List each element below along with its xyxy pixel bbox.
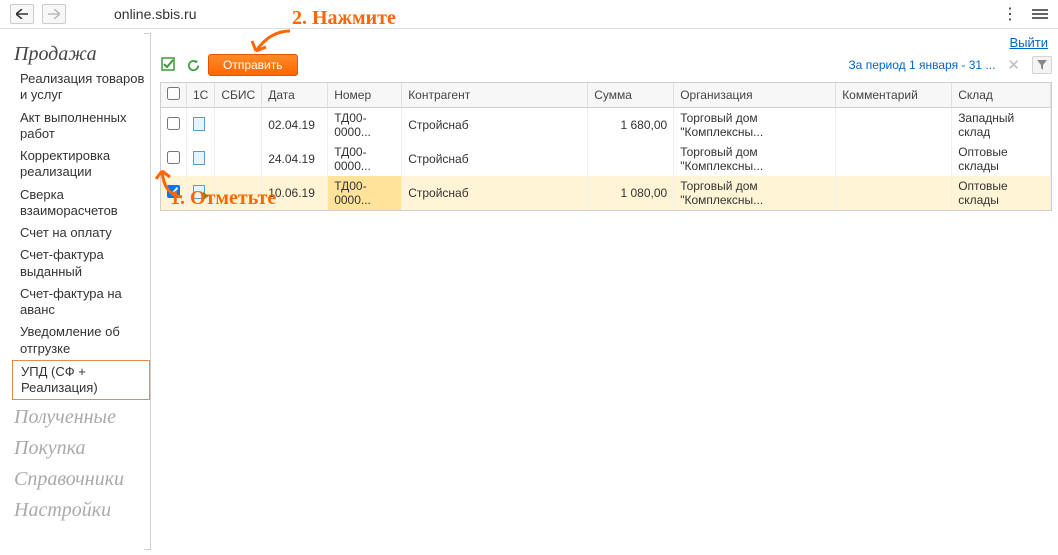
- cell-warehouse: Западный склад: [952, 108, 1051, 143]
- col-date[interactable]: Дата: [262, 83, 328, 108]
- table-row[interactable]: 02.04.19ТД00-0000...Стройснаб1 680,00Тор…: [161, 108, 1051, 143]
- col-sum[interactable]: Сумма: [588, 83, 674, 108]
- refresh-icon[interactable]: [184, 56, 202, 74]
- clear-filter-icon[interactable]: ✕: [1001, 56, 1026, 74]
- row-checkbox[interactable]: [167, 185, 180, 198]
- col-counter[interactable]: Контрагент: [402, 83, 588, 108]
- select-all-icon[interactable]: [160, 56, 178, 74]
- doc-1c-icon: [193, 151, 205, 165]
- nav-item-sf-advance[interactable]: Счет-фактура на аванс: [12, 283, 150, 322]
- cell-sbis: [215, 176, 262, 210]
- cell-sbis: [215, 108, 262, 143]
- content: 2. Нажмите Выйти Отправить За период 1 я…: [150, 29, 1058, 554]
- period-filter[interactable]: За период 1 января - 31 ...: [848, 58, 995, 72]
- nav-item-invoice[interactable]: Счет на оплату: [12, 222, 150, 244]
- cell-number: ТД00-0000...: [328, 108, 402, 143]
- grid-header-row: 1С СБИС Дата Номер Контрагент Сумма Орга…: [161, 83, 1051, 108]
- top-bar: online.sbis.ru ⋮: [0, 0, 1058, 29]
- nav-section-received[interactable]: Полученные: [12, 400, 150, 431]
- cell-counter: Стройснаб: [402, 176, 588, 210]
- table-row[interactable]: 10.06.19ТД00-0000...Стройснаб1 080,00Тор…: [161, 176, 1051, 210]
- nav-item-shipment[interactable]: Уведомление об отгрузке: [12, 321, 150, 360]
- col-sbis[interactable]: СБИС: [215, 83, 262, 108]
- cell-number: ТД00-0000...: [328, 176, 402, 210]
- sidebar: Продажа Реализация товаров и услуг Акт в…: [0, 29, 150, 554]
- doc-1c-icon: [193, 117, 205, 131]
- toolbar: Отправить За период 1 января - 31 ... ✕: [160, 52, 1052, 82]
- cell-comment: [836, 142, 952, 176]
- cell-date: 02.04.19: [262, 108, 328, 143]
- logout-link[interactable]: Выйти: [1010, 35, 1049, 50]
- cell-date: 10.06.19: [262, 176, 328, 210]
- send-button[interactable]: Отправить: [208, 54, 298, 76]
- nav-item-correction[interactable]: Корректировка реализации: [12, 145, 150, 184]
- cell-sbis: [215, 142, 262, 176]
- filter-icon[interactable]: [1032, 56, 1052, 74]
- hamburger-icon[interactable]: [1032, 7, 1048, 21]
- table-row[interactable]: 24.04.19ТД00-0000...Стройснаб Торговый до…: [161, 142, 1051, 176]
- select-all-checkbox[interactable]: [167, 87, 180, 100]
- cell-warehouse: Оптовые склады: [952, 142, 1051, 176]
- col-1c[interactable]: 1С: [187, 83, 215, 108]
- cell-date: 24.04.19: [262, 142, 328, 176]
- nav-section-settings[interactable]: Настройки: [12, 493, 150, 524]
- nav-back-button[interactable]: [10, 4, 34, 24]
- cell-counter: Стройснаб: [402, 108, 588, 143]
- col-warehouse[interactable]: Склад: [952, 83, 1051, 108]
- nav-forward-button[interactable]: [42, 4, 66, 24]
- row-checkbox[interactable]: [167, 151, 180, 164]
- url-display: online.sbis.ru: [114, 6, 197, 22]
- cell-org: Торговый дом "Комплексны...: [674, 142, 836, 176]
- doc-1c-icon: [193, 185, 205, 199]
- cell-sum: [588, 142, 674, 176]
- nav-item-realization[interactable]: Реализация товаров и услуг: [12, 68, 150, 107]
- nav-item-act[interactable]: Акт выполненных работ: [12, 107, 150, 146]
- nav-item-upd[interactable]: УПД (СФ + Реализация): [12, 360, 150, 401]
- cell-number: ТД00-0000...: [328, 142, 402, 176]
- top-right: Выйти: [160, 29, 1052, 52]
- cell-comment: [836, 108, 952, 143]
- nav-section-purchase[interactable]: Покупка: [12, 431, 150, 462]
- cell-comment: [836, 176, 952, 210]
- col-org[interactable]: Организация: [674, 83, 836, 108]
- cell-org: Торговый дом "Комплексны...: [674, 108, 836, 143]
- cell-warehouse: Оптовые склады: [952, 176, 1051, 210]
- col-number[interactable]: Номер: [328, 83, 402, 108]
- col-comment[interactable]: Комментарий: [836, 83, 952, 108]
- cell-counter: Стройснаб: [402, 142, 588, 176]
- nav-section-refs[interactable]: Справочники: [12, 462, 150, 493]
- nav-section-sales[interactable]: Продажа: [12, 37, 150, 68]
- nav-item-reconcile[interactable]: Сверка взаиморасчетов: [12, 184, 150, 223]
- grid: 1С СБИС Дата Номер Контрагент Сумма Орга…: [160, 82, 1052, 211]
- cell-org: Торговый дом "Комплексны...: [674, 176, 836, 210]
- cell-sum: 1 080,00: [588, 176, 674, 210]
- more-icon[interactable]: ⋮: [996, 4, 1024, 24]
- nav-item-sf-issued[interactable]: Счет-фактура выданный: [12, 244, 150, 283]
- col-checkbox[interactable]: [161, 83, 187, 108]
- cell-sum: 1 680,00: [588, 108, 674, 143]
- row-checkbox[interactable]: [167, 117, 180, 130]
